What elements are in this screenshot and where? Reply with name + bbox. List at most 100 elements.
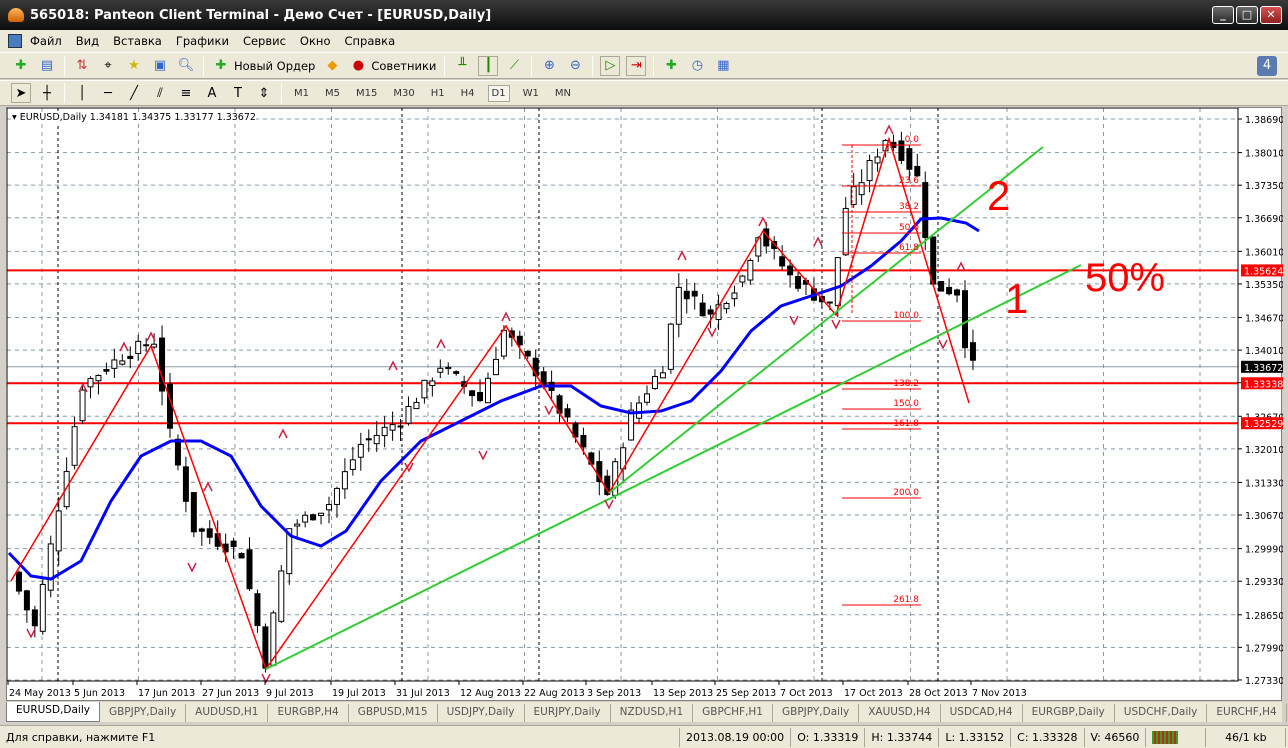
chart-tab[interactable]: EURUSD,Daily: [6, 702, 100, 722]
bull-candle: [659, 372, 666, 379]
timeframe-m1[interactable]: M1: [291, 86, 312, 101]
chart-tab[interactable]: XAUUSD,H4: [859, 704, 941, 722]
arrows-icon[interactable]: ⇕: [254, 83, 274, 103]
menu-help[interactable]: Справка: [344, 34, 395, 48]
chart-tab[interactable]: EURGBP,H4: [268, 704, 349, 722]
date-label: 13 Sep 2013: [653, 688, 713, 699]
close-button[interactable]: ✕: [1260, 6, 1282, 24]
bull-candle: [723, 302, 730, 310]
menu-window[interactable]: Окно: [300, 34, 331, 48]
bear-candle: [938, 280, 945, 292]
timeframe-h1[interactable]: H1: [428, 86, 448, 101]
date-label: 17 Oct 2013: [844, 688, 903, 699]
timeframe-h4[interactable]: H4: [458, 86, 478, 101]
timeframe-m5[interactable]: M5: [322, 86, 343, 101]
chart-window-icon[interactable]: [8, 34, 22, 48]
level-price-label: 1.35624: [1244, 266, 1283, 277]
timeframe-d1[interactable]: D1: [487, 84, 510, 102]
metaeditor-icon[interactable]: ◆: [322, 56, 342, 76]
timeframe-m30[interactable]: M30: [390, 86, 417, 101]
chart-tab[interactable]: AUDUSD,H1: [186, 704, 269, 722]
chart-tab[interactable]: NZDUSD,H1: [611, 704, 694, 722]
chart-tab[interactable]: EURJPY,Daily: [525, 704, 611, 722]
chart-tab[interactable]: USDCAD,H4: [941, 704, 1023, 722]
bull-candle: [739, 275, 746, 283]
timeframe-w1[interactable]: W1: [520, 86, 542, 101]
chart-shift-icon[interactable]: ⇥: [626, 55, 647, 76]
candlestick-icon[interactable]: ┃: [478, 55, 499, 76]
bear-candle: [254, 593, 261, 627]
timeframe-mn[interactable]: MN: [552, 86, 574, 101]
price-tick-label: 1.31330: [1245, 478, 1283, 489]
chart-tab[interactable]: GBPJPY,Daily: [100, 704, 187, 722]
profiles-icon[interactable]: ▤: [37, 56, 57, 76]
market-watch-icon[interactable]: ⇅: [72, 56, 92, 76]
status-open: O: 1.33319: [791, 727, 866, 747]
menu-charts[interactable]: Графики: [176, 34, 229, 48]
horizontal-line-icon[interactable]: ─: [98, 83, 118, 103]
fractal-up-marker: [436, 338, 446, 349]
maximize-button[interactable]: □: [1236, 6, 1258, 24]
price-chart[interactable]: 0.0 23.6 38.2 50.0 61.8 100.0 138.2 150.0 161.8 2…: [7, 108, 1283, 702]
new-order-button[interactable]: Новый Ордер: [234, 59, 315, 73]
templates-icon[interactable]: ▦: [713, 56, 733, 76]
trendline-icon[interactable]: ╱: [124, 83, 144, 103]
minimize-button[interactable]: _: [1212, 6, 1234, 24]
bear-candle: [683, 290, 690, 300]
chart-tab[interactable]: GBPJPY,Daily: [773, 704, 860, 722]
experts-button[interactable]: Советники: [371, 59, 436, 73]
status-help: Для справки, нажмите F1: [0, 727, 680, 747]
crosshair-icon[interactable]: ┼: [37, 83, 57, 103]
chart-tab[interactable]: GBPUSD,M15: [349, 704, 438, 722]
chart-tab[interactable]: EURCHF,H4: [1207, 704, 1287, 722]
zoom-out-icon[interactable]: ⊖: [565, 56, 585, 76]
bear-candle: [962, 290, 968, 349]
text-label-icon[interactable]: T: [228, 83, 248, 103]
experts-icon[interactable]: ●: [348, 56, 368, 76]
new-order-icon[interactable]: ✚: [211, 56, 231, 76]
status-low: L: 1.33152: [939, 727, 1012, 747]
bull-candle: [39, 583, 46, 632]
bear-candle: [182, 466, 189, 502]
menu-file[interactable]: Файл: [30, 34, 62, 48]
equidistant-channel-icon[interactable]: ⫽: [150, 83, 170, 103]
strategy-tester-icon[interactable]: 🔍︎: [176, 56, 196, 76]
price-tick-label: 1.29990: [1245, 545, 1283, 556]
chart-tab[interactable]: GBPCHF,H1: [693, 704, 773, 722]
line-chart-icon[interactable]: ⟋: [504, 56, 524, 76]
price-tick-label: 1.38690: [1245, 115, 1283, 126]
auto-scroll-icon[interactable]: ▷: [600, 55, 621, 76]
price-tick-label: 1.35350: [1245, 280, 1283, 291]
cursor-icon[interactable]: ➤: [11, 83, 31, 103]
zoom-in-icon[interactable]: ⊕: [539, 56, 559, 76]
bull-candle: [667, 323, 674, 370]
data-window-icon[interactable]: ⌖: [98, 56, 118, 76]
indicators-icon[interactable]: ✚: [661, 56, 681, 76]
fractal-down-marker: [707, 327, 717, 338]
bar-chart-icon[interactable]: ╨: [452, 56, 472, 76]
text-icon[interactable]: A: [202, 83, 222, 103]
periods-icon[interactable]: ◷: [687, 56, 707, 76]
chart-tab[interactable]: USDCHF,Daily: [1115, 704, 1208, 722]
chart-tab[interactable]: EURGBP,Daily: [1023, 704, 1115, 722]
bear-candle: [190, 492, 197, 533]
connection-status-icon[interactable]: [1146, 727, 1207, 747]
fibonacci-icon[interactable]: ≡: [176, 83, 196, 103]
bear-candle: [699, 302, 706, 317]
timeframe-m15[interactable]: M15: [353, 86, 380, 101]
menu-tools[interactable]: Сервис: [243, 34, 286, 48]
bull-candle: [278, 570, 285, 622]
terminal-icon[interactable]: ▣: [150, 56, 170, 76]
chart-window[interactable]: 0.0 23.6 38.2 50.0 61.8 100.0 138.2 150.0 161.8 2…: [6, 107, 1283, 702]
bear-candle: [898, 140, 905, 161]
vertical-line-icon[interactable]: │: [72, 83, 92, 103]
menu-insert[interactable]: Вставка: [113, 34, 162, 48]
navigator-icon[interactable]: ★: [124, 56, 144, 76]
menu-view[interactable]: Вид: [76, 34, 99, 48]
notification-icon[interactable]: 4: [1257, 55, 1277, 76]
chart-tabs: EURUSD,Daily GBPJPY,Daily AUDUSD,H1 EURGBP,…: [6, 702, 1287, 722]
fractal-up-marker: [278, 428, 288, 439]
new-chart-icon[interactable]: ✚: [11, 56, 31, 76]
bear-candle: [238, 553, 245, 559]
chart-tab[interactable]: USDJPY,Daily: [438, 704, 525, 722]
